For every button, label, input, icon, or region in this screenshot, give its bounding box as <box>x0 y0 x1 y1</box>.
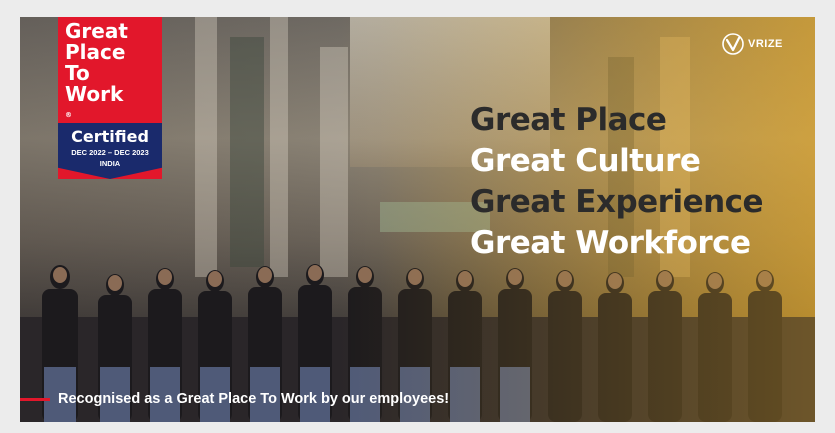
caption-accent-line <box>20 397 50 401</box>
badge-title: Great Place To Work ® <box>65 21 128 126</box>
badge-dates: DEC 2022 – DEC 2023 <box>71 148 149 157</box>
badge-line: Great <box>65 19 128 43</box>
headline: Great Place <box>470 102 667 138</box>
badge-certified: Certified <box>71 127 149 146</box>
headline: Great Culture <box>470 143 701 179</box>
headline: Great Workforce <box>470 225 751 261</box>
vrize-logo: VRIZE <box>722 33 783 55</box>
badge-line: Work ® <box>65 84 128 126</box>
headlines: Great Place Great Culture Great Experien… <box>470 100 764 264</box>
caption-text: Recognised as a Great Place To Work by o… <box>58 391 450 407</box>
vrize-logo-icon <box>722 33 744 55</box>
vrize-logo-text: VRIZE <box>748 38 783 50</box>
great-place-to-work-badge: Great Place To Work ® Certified DEC 2022 … <box>58 17 162 179</box>
registered-mark: ® <box>65 111 72 119</box>
banner-frame: Great Place To Work ® Certified DEC 2022 … <box>0 0 835 433</box>
badge-line: To <box>65 61 90 85</box>
headline: Great Experience <box>470 184 764 220</box>
badge-country: INDIA <box>99 159 121 168</box>
badge-line: Place <box>65 40 126 64</box>
badge-work: Work <box>65 82 124 106</box>
badge-top: Great Place To Work ® <box>58 17 162 123</box>
caption: Recognised as a Great Place To Work by o… <box>20 388 449 410</box>
badge-bottom: Certified DEC 2022 – DEC 2023 INDIA <box>58 123 162 179</box>
